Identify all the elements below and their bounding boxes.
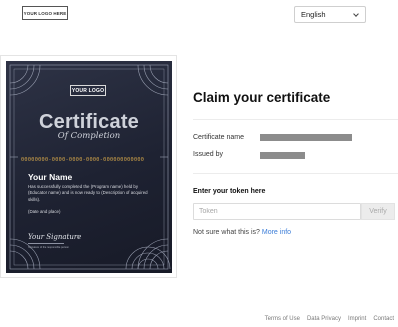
issued-by-label: Issued by	[193, 151, 223, 158]
help-text: Not sure what this is? More info	[193, 229, 291, 236]
token-heading: Enter your token here	[193, 188, 266, 195]
certificate-name-value-redacted	[260, 134, 352, 141]
verify-button[interactable]: Verify	[361, 203, 395, 220]
certificate-description: Has successfully completed the (Program …	[28, 184, 148, 202]
certificate-date-place: (Date and place)	[28, 209, 61, 214]
certificate-logo: YOUR LOGO	[70, 85, 106, 96]
certificate-recipient-name: Your Name	[28, 172, 73, 182]
brand-logo: YOUR LOGO HERE	[22, 6, 68, 20]
contact-link[interactable]: Contact	[373, 316, 394, 322]
issued-by-value-redacted	[260, 152, 305, 159]
divider	[193, 119, 398, 120]
certificate-name-label: Certificate name	[193, 134, 244, 141]
page-title: Claim your certificate	[193, 90, 331, 105]
certificate-signature: Your Signature	[28, 233, 82, 241]
chevron-down-icon	[353, 11, 359, 17]
token-input[interactable]	[193, 203, 361, 220]
certificate-id: 00000000-0000-0000-0000-000000000000	[21, 157, 145, 163]
data-privacy-link[interactable]: Data Privacy	[307, 316, 341, 322]
divider	[193, 173, 398, 174]
more-info-link[interactable]: More info	[262, 229, 291, 236]
imprint-link[interactable]: Imprint	[348, 316, 366, 322]
help-question: Not sure what this is?	[193, 229, 260, 236]
certificate-preview: YOUR LOGO Certificate Of Completion 0000…	[0, 55, 177, 278]
footer-links: Terms of Use Data Privacy Imprint Contac…	[265, 316, 394, 322]
signature-line	[28, 243, 64, 244]
certificate-card: YOUR LOGO Certificate Of Completion 0000…	[6, 61, 172, 273]
language-select-value: English	[301, 10, 326, 19]
certificate-subtitle: Of Completion	[57, 131, 121, 141]
signature-caption: Signature of the responsible person	[28, 246, 69, 249]
language-select[interactable]: English	[294, 6, 366, 23]
terms-link[interactable]: Terms of Use	[265, 316, 300, 322]
